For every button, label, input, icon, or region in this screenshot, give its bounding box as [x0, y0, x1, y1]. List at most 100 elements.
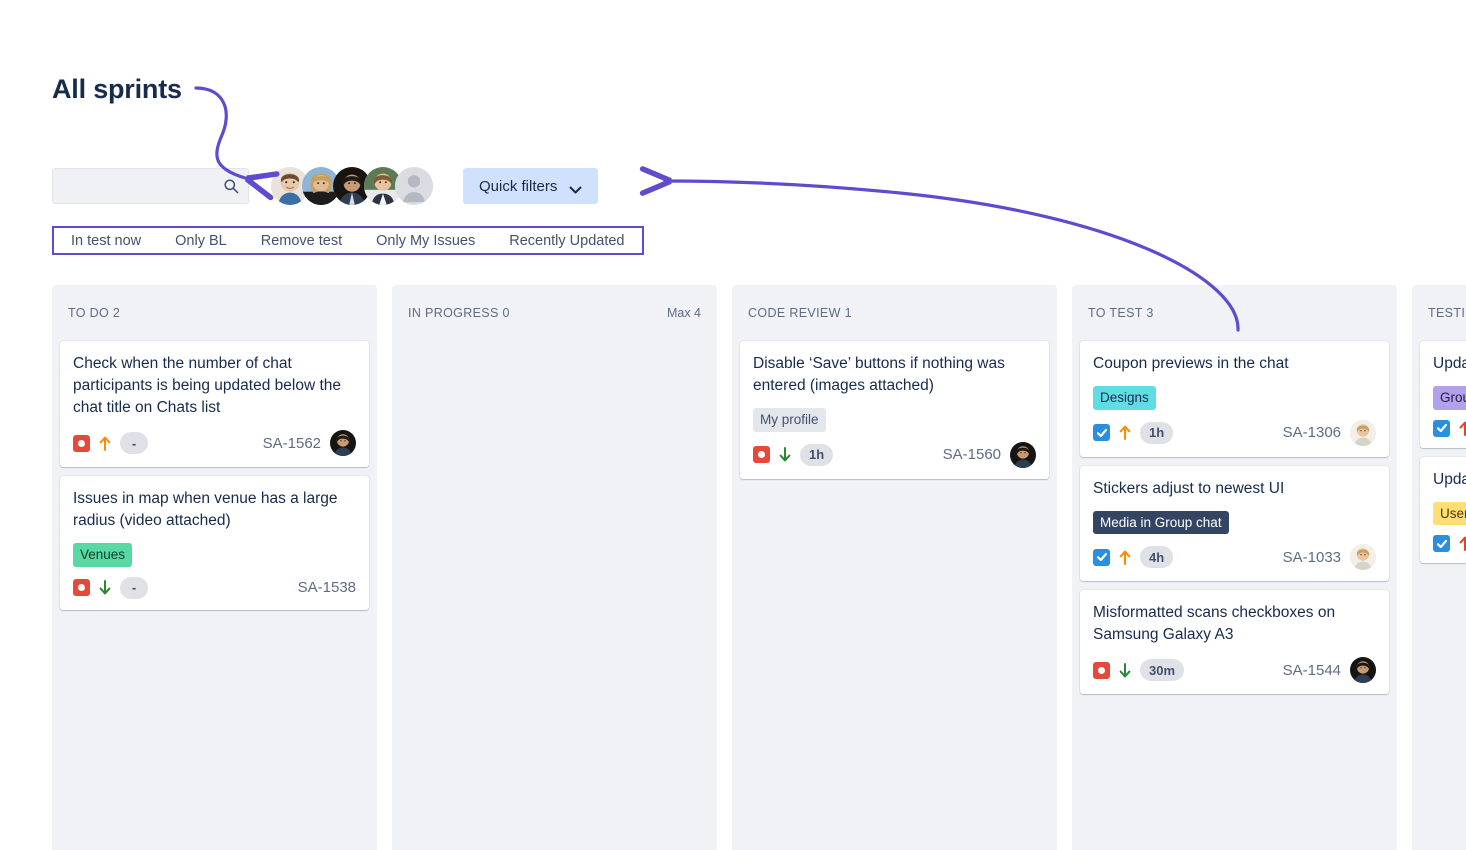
column-max-label: Max 4	[666, 306, 701, 320]
board-columns: TO DO 2 Check when the number of chat par…	[52, 285, 1466, 850]
issue-title: Stickers adjust to newest UI	[1093, 479, 1285, 497]
issue-label-badge[interactable]: Users	[1433, 501, 1466, 525]
bug-type-icon	[73, 579, 90, 596]
quick-filter-tabs: In test now Only BL Remove test Only My Iss…	[52, 226, 644, 255]
priority-high-icon	[1119, 424, 1131, 441]
column-header: IN PROGRESS 0 Max 4	[400, 285, 709, 341]
priority-high-icon	[1459, 535, 1466, 552]
issue-card[interactable]: Issues in map when venue has a large rad…	[60, 476, 369, 610]
issue-card-footer: - SA-1562	[73, 430, 356, 456]
issue-label-badge[interactable]: My profile	[753, 408, 826, 432]
priority-low-icon	[779, 446, 791, 463]
column-header: TO DO 2	[60, 285, 369, 341]
filter-tab[interactable]: Only BL	[158, 233, 244, 249]
issue-card[interactable]: Update on chat screen Users	[1420, 456, 1466, 563]
issue-labels: Venues	[73, 543, 356, 567]
issue-label-badge[interactable]: Group	[1433, 386, 1466, 410]
column-title: CODE REVIEW 1	[748, 306, 852, 320]
column-title: IN PROGRESS 0	[408, 306, 510, 320]
issue-card[interactable]: Check when the number of chat participan…	[60, 341, 369, 467]
avatar-group	[271, 167, 433, 205]
search-icon[interactable]	[223, 178, 239, 194]
issue-key[interactable]: SA-1538	[298, 579, 356, 596]
estimate-badge: 1h	[1140, 421, 1174, 444]
board-column-in-progress: IN PROGRESS 0 Max 4	[392, 285, 717, 850]
issue-card-footer: 1h SA-1306	[1093, 419, 1376, 446]
issue-card-footer: 30m SA-1544	[1093, 657, 1376, 683]
bug-type-icon	[1093, 661, 1110, 679]
board-column-testing: TESTING Update public Group Update on chat …	[1412, 285, 1466, 850]
issue-title: Issues in map when venue has a large rad…	[73, 490, 338, 529]
column-title: TO DO 2	[68, 306, 121, 320]
filter-tab[interactable]: Recently Updated	[492, 233, 641, 249]
assignee-avatar[interactable]	[330, 430, 356, 456]
priority-low-icon	[1119, 662, 1131, 679]
board-page: All sprints Quick filters In test now On…	[0, 0, 1466, 850]
search-input[interactable]	[53, 169, 274, 203]
issue-title: Check when the number of chat participan…	[73, 355, 341, 416]
column-card-list: Coupon previews in the chat Designs 1h SA-1…	[1080, 341, 1389, 694]
priority-high-icon	[1459, 420, 1466, 437]
estimate-badge: -	[120, 432, 148, 454]
task-type-icon	[1093, 424, 1110, 441]
column-card-list: Update publicGroupUpdate on chat screenU…	[1420, 341, 1466, 563]
issue-key[interactable]: SA-1560	[943, 446, 1001, 463]
issue-card[interactable]: Misformatted scans checkboxes on Samsung…	[1080, 590, 1389, 694]
board-toolbar: Quick filters	[52, 167, 599, 205]
issue-card[interactable]: Disable ‘Save’ buttons if nothing was en…	[740, 341, 1049, 479]
issue-card-footer: 4h SA-1033	[1093, 544, 1376, 570]
issue-title: Coupon previews in the chat	[1093, 355, 1289, 372]
task-type-icon	[1093, 548, 1110, 566]
issue-key[interactable]: SA-1306	[1283, 424, 1341, 441]
issue-title: Misformatted scans checkboxes on Samsung…	[1093, 604, 1336, 643]
issue-labels: My profile	[753, 408, 1036, 432]
column-header: TESTING	[1420, 285, 1466, 341]
issue-labels: Group	[1433, 386, 1466, 410]
task-type-icon	[1433, 535, 1450, 552]
assignee-avatar[interactable]	[1350, 544, 1376, 570]
issue-card-footer: 1h SA-1560	[753, 441, 1036, 468]
search-box[interactable]	[52, 168, 274, 204]
issue-label-badge[interactable]: Venues	[73, 543, 133, 567]
board-column-to-test: TO TEST 3 Coupon previews in the chat Desi…	[1072, 285, 1397, 850]
filter-tab[interactable]: In test now	[54, 233, 158, 249]
column-title: TESTING	[1428, 306, 1466, 320]
issue-key[interactable]: SA-1033	[1283, 549, 1341, 566]
issue-labels: Media in Group chat	[1093, 510, 1376, 534]
issue-title: Disable ‘Save’ buttons if nothing was en…	[753, 355, 1005, 394]
issue-key[interactable]: SA-1544	[1283, 662, 1341, 679]
issue-card[interactable]: Stickers adjust to newest UI Media in Gro…	[1080, 465, 1389, 581]
issue-title: Update public	[1433, 355, 1466, 372]
issue-label-badge[interactable]: Media in Group chat	[1093, 510, 1229, 534]
bug-type-icon	[753, 446, 770, 463]
task-type-icon	[1433, 419, 1450, 437]
issue-key[interactable]: SA-1562	[263, 435, 321, 452]
priority-high-icon	[1119, 549, 1131, 566]
issue-labels: Users	[1433, 501, 1466, 525]
assignee-avatar[interactable]	[1350, 419, 1376, 446]
estimate-badge: 1h	[800, 443, 834, 466]
assignee-avatar[interactable]	[1010, 441, 1036, 468]
column-header: TO TEST 3	[1080, 285, 1389, 341]
bug-type-icon	[73, 434, 90, 452]
issue-card-footer: - SA-1538	[73, 576, 356, 599]
assignee-avatar[interactable]	[1350, 657, 1376, 683]
filter-tab[interactable]: Remove test	[244, 233, 359, 249]
board-column-to-do: TO DO 2 Check when the number of chat par…	[52, 285, 377, 850]
issue-card-footer	[1433, 419, 1466, 437]
estimate-badge: 30m	[1140, 659, 1185, 681]
quick-filters-button[interactable]: Quick filters	[463, 168, 599, 204]
estimate-badge: 4h	[1140, 546, 1174, 568]
page-title: All sprints	[52, 74, 182, 104]
chevron-down-icon	[569, 182, 582, 194]
quick-filters-label: Quick filters	[479, 177, 558, 195]
issue-label-badge[interactable]: Designs	[1093, 386, 1156, 410]
column-header: CODE REVIEW 1	[740, 285, 1049, 341]
column-title: TO TEST 3	[1088, 306, 1154, 320]
issue-card[interactable]: Update public Group	[1420, 341, 1466, 448]
issue-card[interactable]: Coupon previews in the chat Designs 1h SA-1…	[1080, 341, 1389, 457]
avatar-placeholder[interactable]	[395, 167, 433, 205]
issue-title: Update on chat screen	[1433, 470, 1466, 488]
filter-tab[interactable]: Only My Issues	[359, 233, 492, 249]
board-column-code-review: CODE REVIEW 1 Disable ‘Save’ buttons if n…	[732, 285, 1057, 850]
